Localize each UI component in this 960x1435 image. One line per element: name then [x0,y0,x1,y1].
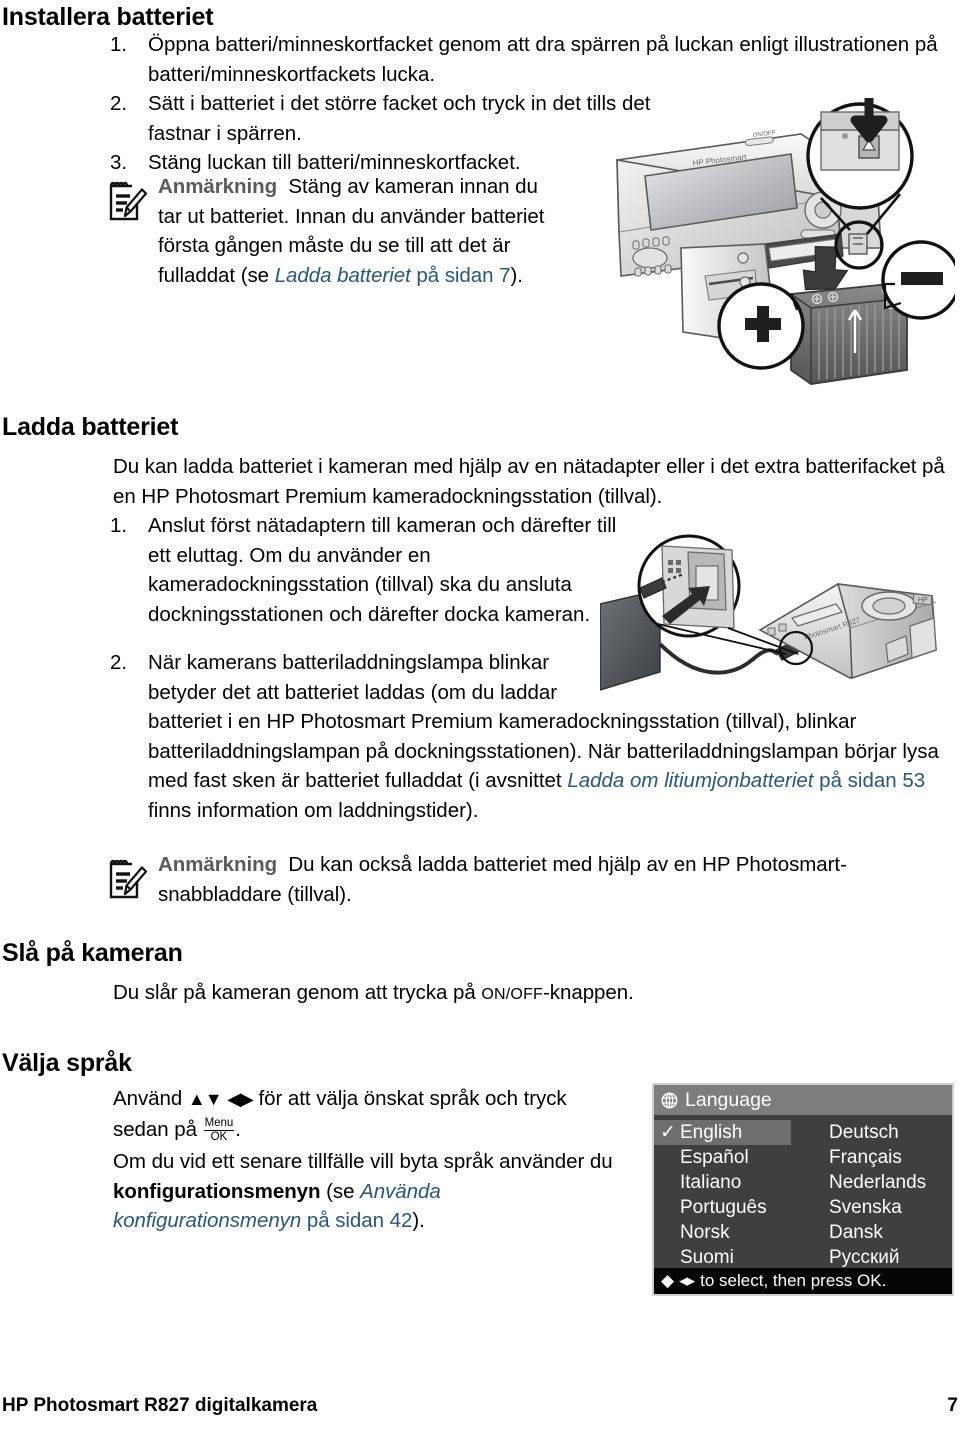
note-pencil-icon [106,176,148,222]
svg-text:HP: HP [918,597,928,604]
list-item: 2. Sätt i batteriet i det större facket … [110,89,668,148]
step-text: Stäng luckan till batteri/minneskortfack… [148,151,521,174]
onoff-button-label: ON/OFF [481,986,544,1003]
choose-language-p2-b: (se [320,1179,361,1203]
list-item: 1. Öppna batteri/minneskortfacket genom … [110,30,960,89]
turn-on-text-part1: Du slår på kameran genom att trycka på [113,981,482,1004]
turn-on-camera-text: Du slår på kameran genom att trycka på O… [113,978,960,1010]
left-right-arrows-icon: ◀▶ [227,1089,254,1109]
language-label: Nederlands [829,1171,927,1193]
language-label: Suomi [680,1246,734,1268]
language-label: English [680,1121,743,1143]
step-text-part2: finns information om laddningstider). [148,798,479,822]
language-label: Français [829,1146,902,1168]
updown-arrows-icon: ◆ [661,1271,674,1290]
language-screen-hint: to select, then press OK. [700,1271,887,1290]
choose-language-text-a: Använd [113,1087,188,1110]
ok-label: OK [210,1130,228,1143]
language-label: Svenska [829,1196,902,1218]
language-screen[interactable]: Language ✓English ✓Deutsch ✓Español ✓Fra… [652,1083,954,1296]
step-number: 2. [110,92,128,115]
language-screen-title: Language [685,1088,772,1111]
step-link-page[interactable]: på sidan 53 [813,769,925,792]
up-down-arrows-icon: ▲▼ [187,1089,223,1109]
footer-title: HP Photosmart R827 digitalkamera [2,1395,318,1416]
charge-battery-steps: 1. Anslut först nätadaptern till kameran… [110,511,630,629]
step-text: Sätt i batteriet i det större facket och… [148,92,651,145]
step-number: 2. [110,651,128,674]
language-label: Italiano [680,1171,742,1193]
config-menu-bold: konfigurationsmenyn [113,1179,321,1203]
language-option-suomi[interactable]: ✓Suomi [654,1245,803,1270]
leftright-arrows-icon: ◂▸ [679,1271,695,1290]
language-option-portugues[interactable]: ✓Português [654,1195,803,1220]
note-text: Anmärkning Stäng av kameran innan du tar… [158,172,566,290]
language-option-russian[interactable]: ✓Русский [803,1245,952,1270]
language-option-italiano[interactable]: ✓Italiano [654,1170,803,1195]
menu-ok-button-icon: Menu OK [203,1117,235,1143]
choose-language-p2-c: ). [412,1209,425,1232]
note-charge-battery: Anmärkning Du kan också ladda batteriet … [106,850,958,909]
language-option-norsk[interactable]: ✓Norsk [654,1220,803,1245]
note-pencil-icon [106,854,148,900]
language-option-espanol[interactable]: ✓Español [654,1145,803,1170]
illustration-battery-install: HP Photosmart ON/OFF [605,94,960,393]
note-label: Anmärkning [158,175,278,198]
language-label: Deutsch [829,1121,899,1143]
language-label: Português [680,1196,767,1218]
language-options-grid: ✓English ✓Deutsch ✓Español ✓Français ✓It… [654,1115,952,1272]
note-link-page[interactable]: på sidan 7 [411,264,510,287]
language-screen-hint-bar: ◆ ◂▸ to select, then press OK. [654,1268,952,1294]
language-label: Español [680,1146,749,1168]
heading-installera-batteriet: Installera batteriet [2,3,214,31]
menu-label: Menu [203,1117,235,1132]
choose-language-paragraph-1: Använd ▲▼ ◀▶ för att välja önskat språk … [113,1084,623,1144]
language-option-nederlands[interactable]: ✓Nederlands [803,1170,952,1195]
language-option-english[interactable]: ✓ English [654,1120,791,1145]
footer-page-number: 7 [947,1395,958,1416]
step-text: Anslut först nätadaptern till kameran oc… [148,514,617,626]
note-install-battery: Anmärkning Stäng av kameran innan du tar… [106,172,566,290]
step-number: 1. [110,514,128,537]
language-option-dansk[interactable]: ✓Dansk [803,1220,952,1245]
note-label: Anmärkning [158,853,278,876]
note-text: Anmärkning Du kan också ladda batteriet … [158,850,958,909]
illustration-ac-adapter: Photosmart R827 HP [599,532,955,697]
choose-language-p2-a: Om du vid ett senare tillfälle vill byta… [113,1150,613,1173]
globe-icon [661,1092,678,1109]
list-item: 1. Anslut först nätadaptern till kameran… [110,511,630,629]
language-label: Русский [829,1246,900,1268]
config-menu-link-page[interactable]: på sidan 42 [301,1209,413,1232]
checkmark-icon: ✓ [660,1122,676,1143]
heading-ladda-batteriet: Ladda batteriet [2,413,179,441]
language-option-francais[interactable]: ✓Français [803,1145,952,1170]
step-number: 1. [110,33,128,56]
manual-page: Installera batteriet 1. Öppna batteri/mi… [0,0,960,1435]
language-label: Dansk [829,1221,883,1243]
language-option-svenska[interactable]: ✓Svenska [803,1195,952,1220]
step-text: Öppna batteri/minneskortfacket genom att… [148,33,938,86]
choose-language-paragraph-2: Om du vid ett senare tillfälle vill byta… [113,1147,625,1236]
note-text-part2: ). [510,263,523,287]
choose-language-text-c: . [235,1117,241,1141]
turn-on-text-part2: -knappen. [543,981,634,1004]
language-label: Norsk [680,1221,730,1243]
step-link-italic[interactable]: Ladda om litiumjonbatteriet [567,769,813,792]
language-option-deutsch[interactable]: ✓Deutsch [803,1120,952,1145]
charge-battery-intro: Du kan ladda batteriet i kameran med hjä… [113,455,945,508]
heading-valja-sprak: Välja språk [2,1049,132,1077]
language-screen-title-bar: Language [654,1085,952,1115]
heading-sla-pa-kameran: Slå på kameran [2,939,183,967]
note-link-italic[interactable]: Ladda batteriet [275,264,411,287]
page-footer: HP Photosmart R827 digitalkamera 7 [2,1393,958,1419]
